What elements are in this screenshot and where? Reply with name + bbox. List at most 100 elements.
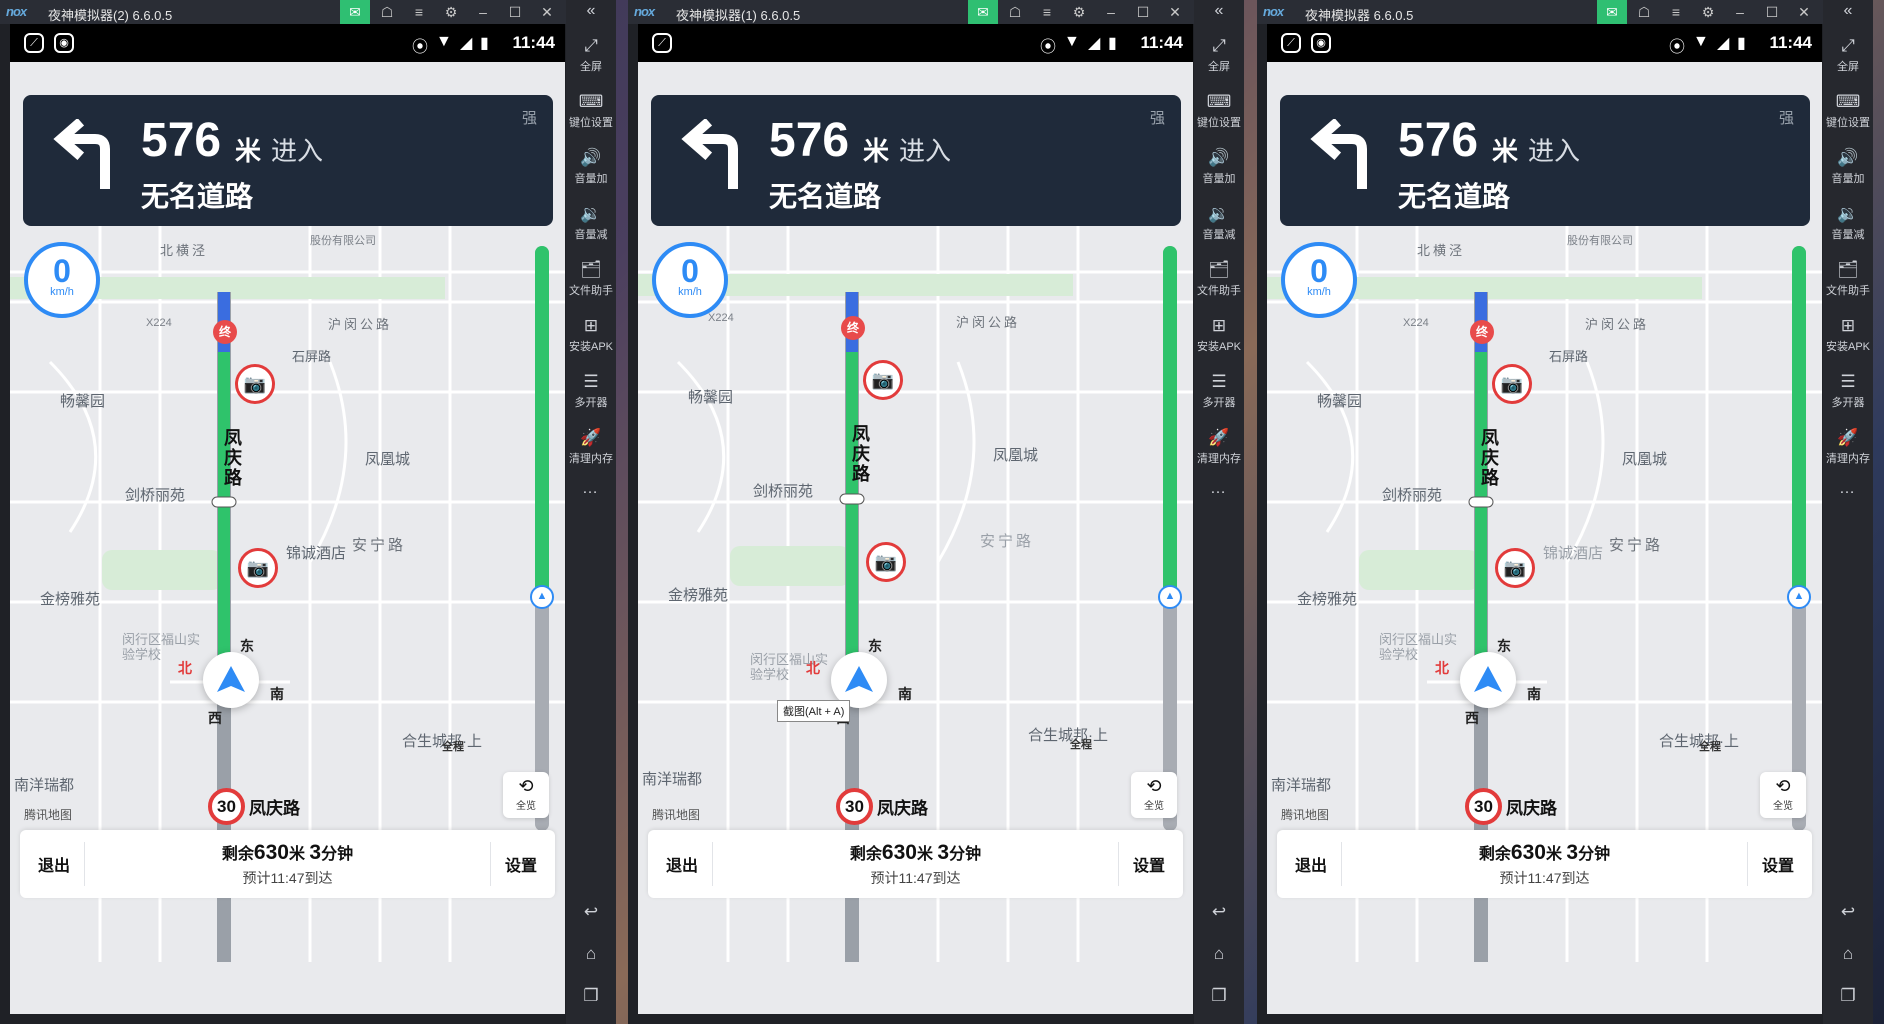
clean-memory-button[interactable]: 🚀 清理内存 [1194, 428, 1244, 466]
map-view[interactable]: 576 米 进入 无名道路 强 0 km/h ▲ 北横泾 股份有限公司 X224… [1267, 62, 1822, 1014]
maximize-icon[interactable]: ☐ [1757, 0, 1787, 24]
skin-icon[interactable]: ☖ [1629, 0, 1659, 24]
notification-icon[interactable]: ✉ [340, 0, 370, 24]
install-apk-button[interactable]: ⊞ 安装APK [1823, 316, 1873, 354]
battery-icon: ▮ [1108, 35, 1117, 52]
back-icon[interactable]: ↩ [566, 902, 616, 922]
fullscreen-icon: ⤢ [1841, 36, 1855, 55]
compass-app-icon: ⟋ [24, 33, 44, 53]
minimize-icon[interactable]: – [1725, 0, 1755, 24]
volume-down-button[interactable]: 🔉 音量减 [1823, 204, 1873, 242]
title-bar[interactable]: nox 夜神模拟器 6.6.0.5 ✉ ☖ ≡ ⚙ – ☐ ✕ [1257, 0, 1873, 24]
back-icon[interactable]: ↩ [1823, 902, 1873, 922]
settings-icon[interactable]: ⚙ [436, 0, 466, 24]
speed-camera-icon: 📷 [1492, 364, 1532, 404]
collapse-icon[interactable]: « [566, 2, 616, 20]
keyboard-icon: ⌨ [1206, 92, 1232, 111]
settings-button[interactable]: 设置 [1762, 852, 1794, 876]
multi-instance-button[interactable]: ☰ 多开器 [1194, 372, 1244, 410]
settings-icon[interactable]: ⚙ [1693, 0, 1723, 24]
wifi-icon: ▼ [436, 33, 452, 50]
tool-label: 安装APK [568, 341, 613, 353]
menu-icon[interactable]: ≡ [1032, 0, 1062, 24]
map-label-anning-road: 安宁路 [1609, 537, 1664, 554]
minimize-icon[interactable]: – [1096, 0, 1126, 24]
recents-icon[interactable]: ❐ [1194, 986, 1244, 1006]
recents-icon[interactable]: ❐ [1823, 986, 1873, 1006]
settings-icon[interactable]: ⚙ [1064, 0, 1094, 24]
multi-instance-icon: ☰ [583, 372, 599, 391]
back-icon[interactable]: ↩ [1194, 902, 1244, 922]
multi-instance-button[interactable]: ☰ 多开器 [1823, 372, 1873, 410]
volume-down-button[interactable]: 🔉 音量减 [1194, 204, 1244, 242]
more-icon[interactable]: … [1194, 480, 1244, 498]
multi-instance-button[interactable]: ☰ 多开器 [566, 372, 616, 410]
install-apk-button[interactable]: ⊞ 安装APK [1194, 316, 1244, 354]
close-icon[interactable]: ✕ [1160, 0, 1190, 24]
maximize-icon[interactable]: ☐ [1128, 0, 1158, 24]
skin-icon[interactable]: ☖ [372, 0, 402, 24]
overview-button[interactable]: ⟲ 全览 [1131, 772, 1177, 818]
keymap-button[interactable]: ⌨ 键位设置 [1823, 92, 1873, 130]
compass-south: 南 [270, 686, 284, 702]
file-helper-button[interactable]: 🗂 文件助手 [1194, 260, 1244, 298]
compass-north: 北 [806, 660, 820, 676]
map-view[interactable]: 576 米 进入 无名道路 强 0 km/h ▲ 北横泾 股份有限公司 X224… [10, 62, 565, 1014]
map-label-north-road: 北横泾 [1417, 243, 1466, 258]
minimize-icon[interactable]: – [468, 0, 498, 24]
keymap-button[interactable]: ⌨ 键位设置 [566, 92, 616, 130]
more-icon[interactable]: … [566, 480, 616, 498]
clean-memory-button[interactable]: 🚀 清理内存 [1823, 428, 1873, 466]
signal-icon: ◢ [1717, 35, 1730, 52]
turn-action: 进入 [899, 136, 952, 166]
file-helper-button[interactable]: 🗂 文件助手 [1823, 260, 1873, 298]
close-icon[interactable]: ✕ [1789, 0, 1819, 24]
home-icon[interactable]: ⌂ [1823, 944, 1873, 964]
keymap-button[interactable]: ⌨ 键位设置 [1194, 92, 1244, 130]
menu-icon[interactable]: ≡ [1661, 0, 1691, 24]
close-icon[interactable]: ✕ [532, 0, 562, 24]
menu-icon[interactable]: ≡ [404, 0, 434, 24]
collapse-icon[interactable]: « [1194, 2, 1244, 20]
clean-memory-button[interactable]: 🚀 清理内存 [566, 428, 616, 466]
home-icon[interactable]: ⌂ [566, 944, 616, 964]
notification-icon[interactable]: ✉ [1597, 0, 1627, 24]
title-bar[interactable]: nox 夜神模拟器(1) 6.6.0.5 ✉ ☖ ≡ ⚙ – ☐ ✕ [628, 0, 1244, 24]
volume-up-button[interactable]: 🔊 音量加 [566, 148, 616, 186]
settings-button[interactable]: 设置 [505, 852, 537, 876]
fullscreen-button[interactable]: ⤢ 全屏 [1194, 36, 1244, 74]
overview-button[interactable]: ⟲ 全览 [1760, 772, 1806, 818]
tencent-map-logo: 腾讯地图 [1281, 808, 1330, 822]
destination-end-icon: 终 [841, 316, 865, 340]
fullscreen-button[interactable]: ⤢ 全屏 [1823, 36, 1873, 74]
skin-icon[interactable]: ☖ [1000, 0, 1030, 24]
file-helper-button[interactable]: 🗂 文件助手 [566, 260, 616, 298]
speed-limit-sign: 30 [836, 788, 873, 825]
install-apk-button[interactable]: ⊞ 安装APK [566, 316, 616, 354]
title-bar[interactable]: nox 夜神模拟器(2) 6.6.0.5 ✉ ☖ ≡ ⚙ – ☐ ✕ [0, 0, 616, 24]
route-progress-fill [535, 246, 549, 597]
collapse-icon[interactable]: « [1823, 2, 1873, 20]
fullscreen-button[interactable]: ⤢ 全屏 [566, 36, 616, 74]
home-icon[interactable]: ⌂ [1194, 944, 1244, 964]
settings-button[interactable]: 设置 [1133, 852, 1165, 876]
tool-label: 键位设置 [569, 117, 613, 129]
more-icon[interactable]: … [1823, 480, 1873, 498]
maximize-icon[interactable]: ☐ [500, 0, 530, 24]
volume-up-button[interactable]: 🔊 音量加 [1823, 148, 1873, 186]
overview-button[interactable]: ⟲ 全览 [503, 772, 549, 818]
notification-icon[interactable]: ✉ [968, 0, 998, 24]
progress-position-icon: ▲ [1787, 585, 1811, 609]
map-view[interactable]: 576 米 进入 无名道路 强 0 km/h ▲ X224 沪闵公路 畅馨园 凤… [638, 62, 1193, 1014]
compass-south: 南 [898, 686, 912, 702]
recents-icon[interactable]: ❐ [566, 986, 616, 1006]
map-label-jinbangyayuan: 金榜雅苑 [40, 591, 101, 608]
volume-down-button[interactable]: 🔉 音量减 [566, 204, 616, 242]
map-label-anning-road: 安宁路 [980, 533, 1035, 550]
volume-down-icon: 🔉 [1837, 204, 1859, 223]
compass-north: 北 [178, 660, 192, 676]
map-label-x224: X224 [1403, 317, 1429, 329]
volume-up-button[interactable]: 🔊 音量加 [1194, 148, 1244, 186]
location-app-icon: ◉ [54, 33, 74, 53]
volume-down-icon: 🔉 [580, 204, 602, 223]
